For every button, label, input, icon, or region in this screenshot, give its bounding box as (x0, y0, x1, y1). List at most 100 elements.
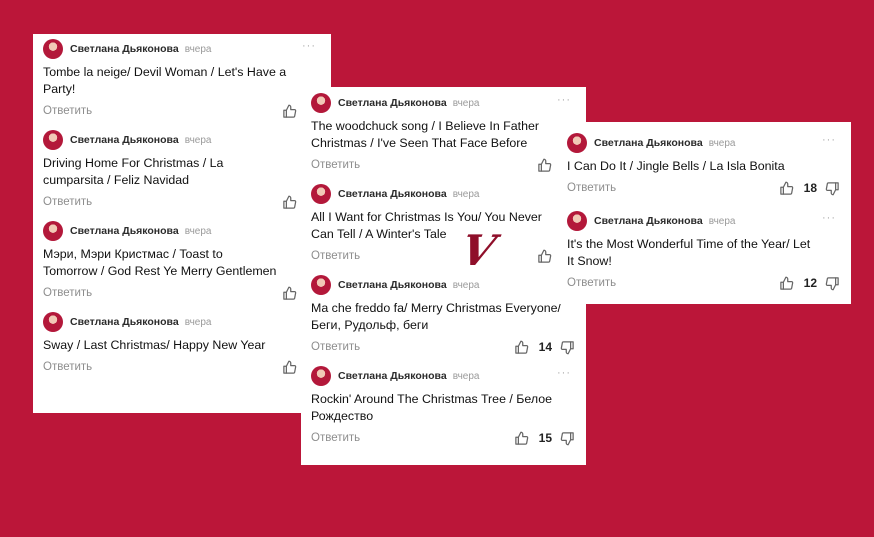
comment-time: вчера (184, 43, 212, 55)
comment-footer: Ответить 32 (43, 101, 320, 121)
comment-time: вчера (184, 134, 212, 146)
vote-controls: 14 (514, 340, 575, 355)
comment-footer: Ответить 33 (43, 357, 320, 377)
comment-item: Светлана Дьяконова вчера ··· Мэри, Мэри … (43, 220, 320, 303)
like-count: 12 (803, 276, 817, 290)
author-name[interactable]: Светлана Дьяконова (594, 137, 703, 149)
thumbs-up-icon[interactable] (537, 158, 552, 173)
comment-header: Светлана Дьяконова вчера ··· (43, 311, 320, 333)
author-name[interactable]: Светлана Дьяконова (338, 97, 447, 109)
comment-text-line: Christmas / I've Seen That Face Before (311, 136, 528, 150)
comment-text: I Can Do It / Jingle Bells / La Isla Bon… (567, 158, 840, 175)
comments-panel-right: Светлана Дьяконова вчера ··· I Can Do It… (557, 122, 851, 304)
more-dots-icon[interactable]: ··· (557, 94, 571, 106)
thumbs-up-icon[interactable] (282, 360, 297, 375)
comment-text: Sway / Last Christmas/ Happy New Year (43, 337, 320, 354)
comment-footer: Ответить 11 (311, 246, 575, 266)
avatar[interactable] (567, 211, 587, 231)
author-name[interactable]: Светлана Дьяконова (338, 279, 447, 291)
comment-item: Светлана Дьяконова вчера ··· The woodchu… (311, 92, 575, 175)
more-dots-icon[interactable]: ··· (557, 367, 571, 379)
comment-text: Driving Home For Christmas / La cumparsit… (43, 155, 320, 189)
comment-item: Светлана Дьяконова вчера ··· I Can Do It… (567, 132, 840, 198)
comment-header: Светлана Дьяконова вчера ··· (567, 210, 840, 232)
comment-footer: Ответить 14 (311, 337, 575, 357)
reply-button[interactable]: Ответить (311, 159, 360, 171)
comment-footer: Ответить 18 (567, 178, 840, 198)
comment-footer: Ответить 13 (43, 283, 320, 303)
author-name[interactable]: Светлана Дьяконова (70, 316, 179, 328)
comments-panel-left: Светлана Дьяконова вчера ··· Tombe la ne… (33, 34, 331, 413)
comment-item: Светлана Дьяконова вчера ··· All I Want … (311, 183, 575, 266)
comment-header: Светлана Дьяконова вчера ··· (43, 220, 320, 242)
more-dots-icon[interactable]: ··· (302, 40, 316, 52)
reply-button[interactable]: Ответить (43, 287, 92, 299)
thumbs-up-icon[interactable] (779, 276, 794, 291)
reply-button[interactable]: Ответить (567, 277, 616, 289)
thumbs-up-icon[interactable] (514, 340, 529, 355)
comment-header: Светлана Дьяконова вчера ··· (567, 132, 840, 154)
author-name[interactable]: Светлана Дьяконова (70, 43, 179, 55)
comment-item: Светлана Дьяконова вчера ··· Ma che fred… (311, 274, 575, 357)
thumbs-down-icon[interactable] (825, 181, 840, 196)
comment-text-line: It's the Most Wonderful Time of the Year… (567, 237, 811, 251)
avatar[interactable] (43, 39, 63, 59)
thumbs-down-icon[interactable] (560, 431, 575, 446)
author-name[interactable]: Светлана Дьяконова (70, 134, 179, 146)
comment-item: Светлана Дьяконова вчера ··· Tombe la ne… (43, 38, 320, 121)
author-name[interactable]: Светлана Дьяконова (338, 370, 447, 382)
reply-button[interactable]: Ответить (567, 182, 616, 194)
comment-item: Светлана Дьяконова вчера ··· Rockin' Aro… (311, 365, 575, 448)
more-dots-icon[interactable]: ··· (822, 212, 836, 224)
comment-text-line: Rockin' Around The Christmas Tree / Бело… (311, 392, 553, 406)
author-name[interactable]: Светлана Дьяконова (70, 225, 179, 237)
author-name[interactable]: Светлана Дьяконова (338, 188, 447, 200)
comment-header: Светлана Дьяконова вчера ··· (311, 183, 575, 205)
thumbs-up-icon[interactable] (282, 104, 297, 119)
thumbs-up-icon[interactable] (282, 286, 297, 301)
reply-button[interactable]: Ответить (311, 341, 360, 353)
thumbs-up-icon[interactable] (779, 181, 794, 196)
avatar[interactable] (311, 93, 331, 113)
thumbs-down-icon[interactable] (560, 340, 575, 355)
reply-button[interactable]: Ответить (43, 361, 92, 373)
thumbs-down-icon[interactable] (825, 276, 840, 291)
thumbs-up-icon[interactable] (514, 431, 529, 446)
avatar[interactable] (311, 275, 331, 295)
comment-text-line: Party! (43, 82, 76, 96)
like-count: 15 (538, 431, 552, 445)
avatar[interactable] (567, 133, 587, 153)
comment-header: Светлана Дьяконова вчера ··· (311, 274, 575, 296)
avatar[interactable] (43, 221, 63, 241)
more-dots-icon[interactable]: ··· (822, 134, 836, 146)
avatar[interactable] (43, 130, 63, 150)
like-count: 14 (538, 340, 552, 354)
comment-text-line: I Can Do It / Jingle Bells / La Isla Bon… (567, 159, 785, 173)
reply-button[interactable]: Ответить (43, 105, 92, 117)
author-name[interactable]: Светлана Дьяконова (594, 215, 703, 227)
comment-footer: Ответить 15 (311, 428, 575, 448)
vote-controls: 12 (779, 276, 840, 291)
comment-time: вчера (452, 97, 480, 109)
comment-time: вчера (452, 188, 480, 200)
avatar[interactable] (43, 312, 63, 332)
comment-time: вчера (708, 215, 736, 227)
thumbs-up-icon[interactable] (282, 195, 297, 210)
comment-header: Светлана Дьяконова вчера ··· (43, 129, 320, 151)
comment-text-line: Ma che freddo fa/ Merry Christmas Everyo… (311, 301, 561, 315)
comment-header: Светлана Дьяконова вчера ··· (311, 92, 575, 114)
avatar[interactable] (311, 366, 331, 386)
thumbs-up-icon[interactable] (537, 249, 552, 264)
avatar[interactable] (311, 184, 331, 204)
comment-text: Tombe la neige/ Devil Woman / Let's Have… (43, 64, 320, 98)
reply-button[interactable]: Ответить (311, 432, 360, 444)
comment-text: Мэри, Мэри Кристмас / Toast to Tomorrow /… (43, 246, 320, 280)
comment-text-line: Мэри, Мэри Кристмас / Toast to (43, 247, 223, 261)
like-count: 18 (803, 181, 817, 195)
reply-button[interactable]: Ответить (43, 196, 92, 208)
comment-footer: Ответить 12 (43, 192, 320, 212)
comment-text-line: It Snow! (567, 254, 612, 268)
comment-text-line: Рождество (311, 409, 374, 423)
reply-button[interactable]: Ответить (311, 250, 360, 262)
comment-time: вчера (708, 137, 736, 149)
